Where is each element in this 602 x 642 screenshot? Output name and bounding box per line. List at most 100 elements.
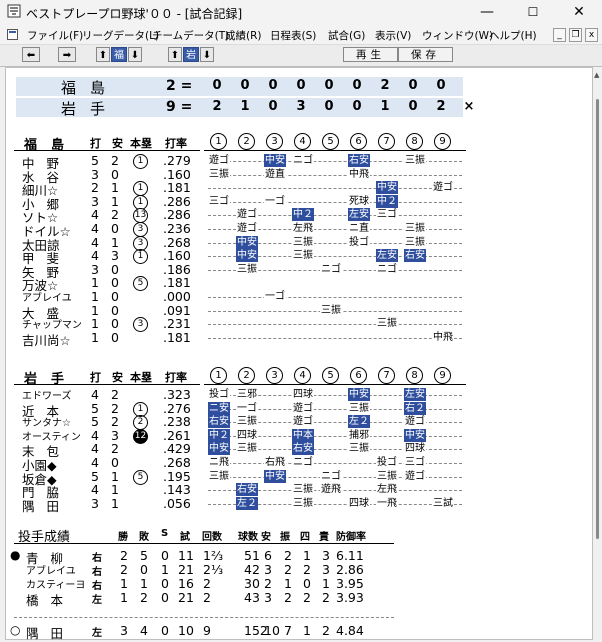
plate-appearance-hit: 中２ xyxy=(292,208,314,222)
pitcher-name: 隅田 xyxy=(26,626,76,641)
inning-score: 0 xyxy=(436,78,446,93)
inning-score: 1 xyxy=(240,99,250,114)
mdi-close-button[interactable]: x xyxy=(585,28,598,42)
pitching-er: 3 xyxy=(322,548,330,563)
menu-file[interactable]: ファイル(F) xyxy=(27,28,83,43)
inning-header: 1 xyxy=(210,367,227,384)
pitching-g: 11 xyxy=(178,548,194,563)
home-run-count: 3 xyxy=(133,222,148,237)
minimize-button[interactable]: — xyxy=(464,0,510,25)
plate-appearance-hit: 右安 xyxy=(292,442,314,456)
next-game-button[interactable]: ➡ xyxy=(58,47,76,62)
hits: 1 xyxy=(111,495,119,511)
team-b-up-button[interactable]: ⬆ xyxy=(168,47,182,62)
menu-team-data[interactable]: チームデータ(T) xyxy=(152,28,229,43)
inning-header: 9 xyxy=(434,133,451,150)
pitching-pitches: 30 xyxy=(244,576,260,591)
pitching-h: 10 xyxy=(264,623,280,638)
pitching-header: 敗 xyxy=(139,532,149,543)
scroll-up-icon[interactable]: ▲ xyxy=(594,71,599,79)
plate-appearance: 四球 xyxy=(236,428,258,442)
toolbar: ⬅ ➡ ⬆ 福 ⬇ ⬆ 岩 ⬇ 再生 保存 xyxy=(0,45,602,67)
pitching-pitches: 43 xyxy=(244,590,260,605)
at-bats: 1 xyxy=(91,329,99,345)
menu-help[interactable]: ヘルプ(H) xyxy=(489,28,537,43)
team-a-up-button[interactable]: ⬆ xyxy=(96,47,110,62)
inning-header: 7 xyxy=(378,133,395,150)
plate-appearance: 遊ゴ xyxy=(208,154,230,167)
pitching-ip: 2 xyxy=(203,576,211,591)
team-a-down-button[interactable]: ⬇ xyxy=(128,47,142,62)
plate-appearance-hit: 左２ xyxy=(348,415,370,429)
header-hits: 安 xyxy=(112,371,123,384)
plate-appearance-hit: 右安 xyxy=(236,483,258,497)
menu-window[interactable]: ウィンドウ(W) xyxy=(422,28,493,43)
pitching-header: 勝 xyxy=(118,532,128,543)
plate-appearance: 投ゴ xyxy=(348,235,370,249)
scrollbar-thumb[interactable] xyxy=(596,99,599,539)
document-icon[interactable] xyxy=(7,29,18,40)
play-button[interactable]: 再生 xyxy=(343,47,398,62)
pitching-so: 2 xyxy=(284,562,292,577)
pitching-so: 2 xyxy=(284,548,292,563)
pitching-header: S xyxy=(161,528,169,539)
plate-appearance: 一ゴ xyxy=(264,290,286,303)
menu-view[interactable]: 表示(V) xyxy=(375,28,411,43)
plate-appearance-hit: 中２ xyxy=(376,194,398,208)
plate-appearance: 三振 xyxy=(292,496,314,510)
pa-dotted-line xyxy=(208,297,462,299)
mdi-restore-button[interactable]: ❐ xyxy=(569,28,582,42)
team-a-label[interactable]: 福 xyxy=(111,47,127,62)
arrow-down-icon: ⬇ xyxy=(130,50,140,61)
close-button[interactable]: ✕ xyxy=(556,0,602,25)
plate-appearance: ニゴ xyxy=(292,456,314,469)
team-b-down-button[interactable]: ⬇ xyxy=(200,47,214,62)
pitching-bb: 0 xyxy=(303,576,311,591)
menu-league-data[interactable]: リーグデータ(L) xyxy=(82,28,159,43)
player-name: 隅田 xyxy=(22,498,72,514)
plate-appearance: 三振 xyxy=(320,303,342,317)
maximize-button[interactable]: ☐ xyxy=(510,0,556,25)
inning-header: 3 xyxy=(266,133,283,150)
window-title: ベストプレープロ野球'００ - [試合記録] xyxy=(26,7,243,21)
inning-header: 8 xyxy=(406,367,423,384)
inning-score: 0 xyxy=(352,78,362,93)
plate-appearance-hit: 左安 xyxy=(376,249,398,263)
pitching-s: 0 xyxy=(161,590,169,605)
pitching-bb: 1 xyxy=(303,548,311,563)
pitching-w: 1 xyxy=(120,590,128,605)
plate-appearance: 投ゴ xyxy=(376,456,398,469)
prev-game-button[interactable]: ⬅ xyxy=(22,47,40,62)
menu-schedule[interactable]: 日程表(S) xyxy=(270,28,316,43)
plate-appearance: 三ゴ xyxy=(376,208,398,222)
pitching-so: 2 xyxy=(284,590,292,605)
pitching-g: 10 xyxy=(178,623,194,638)
plate-appearance: ニゴ xyxy=(320,262,342,276)
mdi-minimize-button[interactable]: _ xyxy=(553,28,566,42)
pitching-era: 4.84 xyxy=(336,623,364,638)
hits: 0 xyxy=(111,329,119,345)
batting-average: .056 xyxy=(163,495,191,511)
pitching-era: 6.11 xyxy=(336,548,364,563)
menu-game[interactable]: 試合(G) xyxy=(328,28,365,43)
save-button[interactable]: 保存 xyxy=(398,47,453,62)
plate-appearance: 三振 xyxy=(208,469,230,483)
pitching-era: 3.95 xyxy=(336,576,364,591)
player-name: 吉川尚☆ xyxy=(22,332,71,348)
pa-dotted-line xyxy=(208,324,462,326)
plate-appearance: 三振 xyxy=(376,469,398,483)
plate-appearance: ニゴ xyxy=(376,262,398,276)
header-divider xyxy=(204,150,466,151)
pitching-h: 3 xyxy=(264,562,272,577)
plate-appearance-hit: 中安 xyxy=(208,442,230,456)
menu-records[interactable]: 成績(R) xyxy=(225,28,262,43)
pitcher-hand: 左 xyxy=(92,595,102,606)
vertical-scrollbar[interactable]: ▲ xyxy=(593,67,602,640)
header-divider xyxy=(14,150,200,151)
team-b-label[interactable]: 岩 xyxy=(183,47,199,62)
plate-appearance: 中飛 xyxy=(348,167,370,181)
inning-header: 4 xyxy=(294,367,311,384)
pitcher-hand: 右 xyxy=(92,567,102,578)
pitching-w: 3 xyxy=(120,623,128,638)
plate-appearance: 三ゴ xyxy=(208,194,230,208)
